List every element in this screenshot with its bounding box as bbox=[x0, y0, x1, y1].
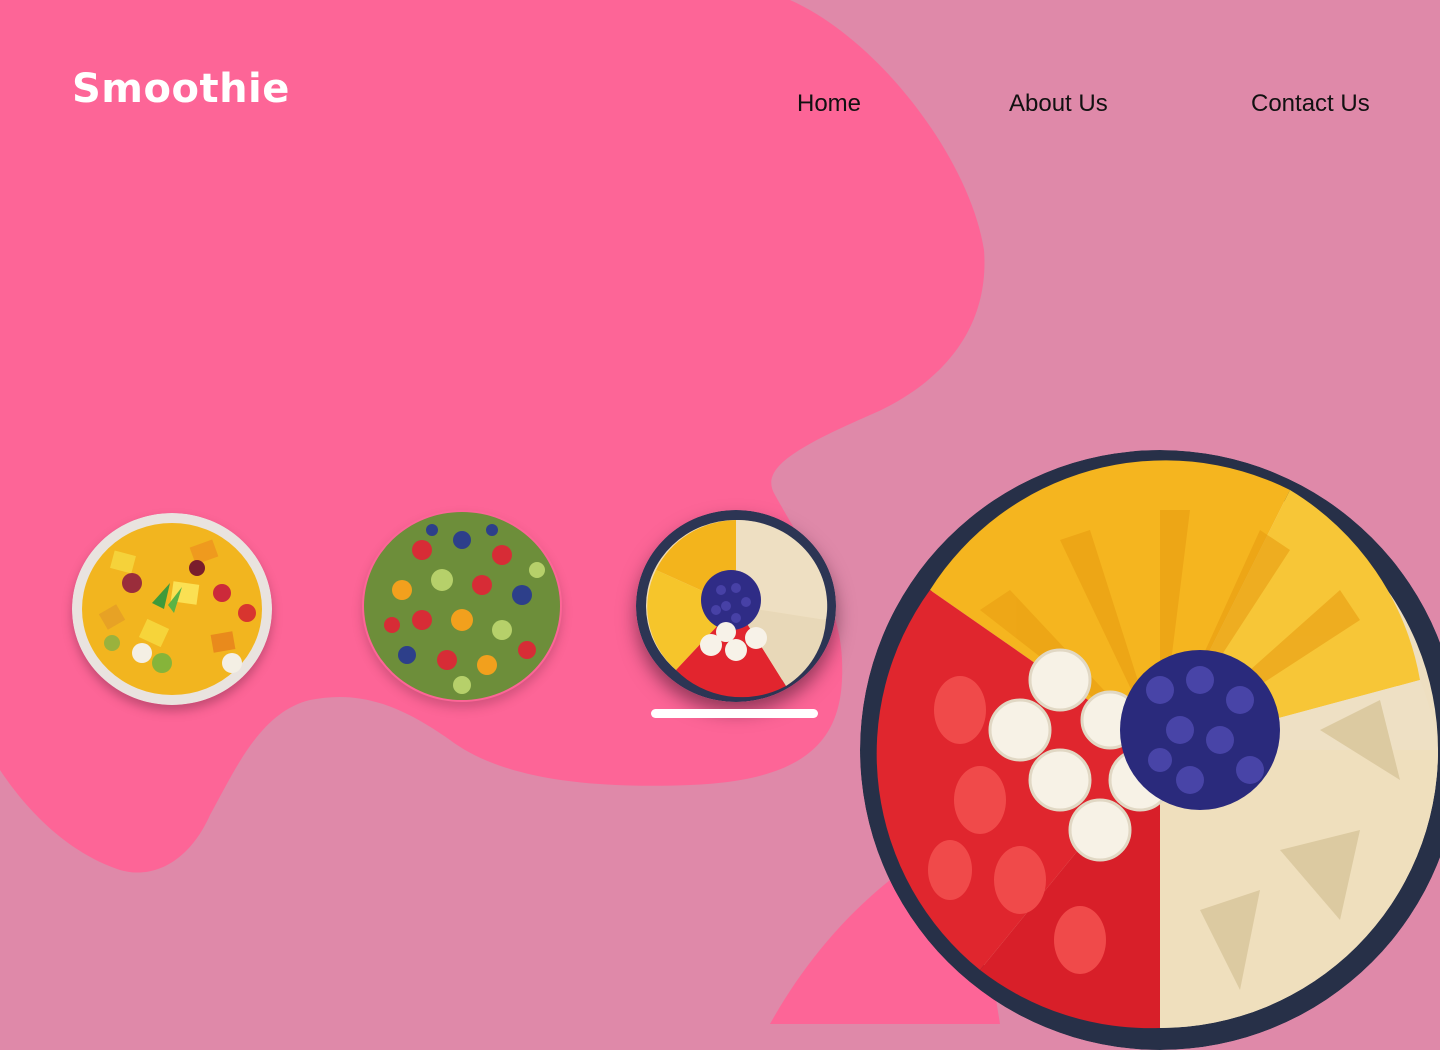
nav-link-contact-us[interactable]: Contact Us bbox=[1251, 90, 1370, 118]
mixed-berry-platter-image bbox=[364, 512, 560, 700]
main-nav: Home About Us Contact Us bbox=[0, 90, 1440, 126]
nav-link-home[interactable]: Home bbox=[797, 90, 861, 118]
carousel-thumb-fruit-salad[interactable] bbox=[72, 513, 272, 705]
carousel-thumb-berry-platter[interactable] bbox=[362, 510, 562, 702]
hero-fruit-plate bbox=[860, 450, 1440, 1050]
fruit-salad-bowl-image bbox=[72, 513, 272, 705]
fruit-plate-image bbox=[636, 510, 836, 702]
background-blob-top-left bbox=[0, 0, 985, 873]
nav-link-about-us[interactable]: About Us bbox=[1009, 90, 1108, 118]
carousel-active-indicator bbox=[651, 709, 818, 718]
carousel-thumb-fruit-plate[interactable] bbox=[636, 510, 836, 702]
hero-fruit-plate-image bbox=[860, 450, 1440, 1050]
